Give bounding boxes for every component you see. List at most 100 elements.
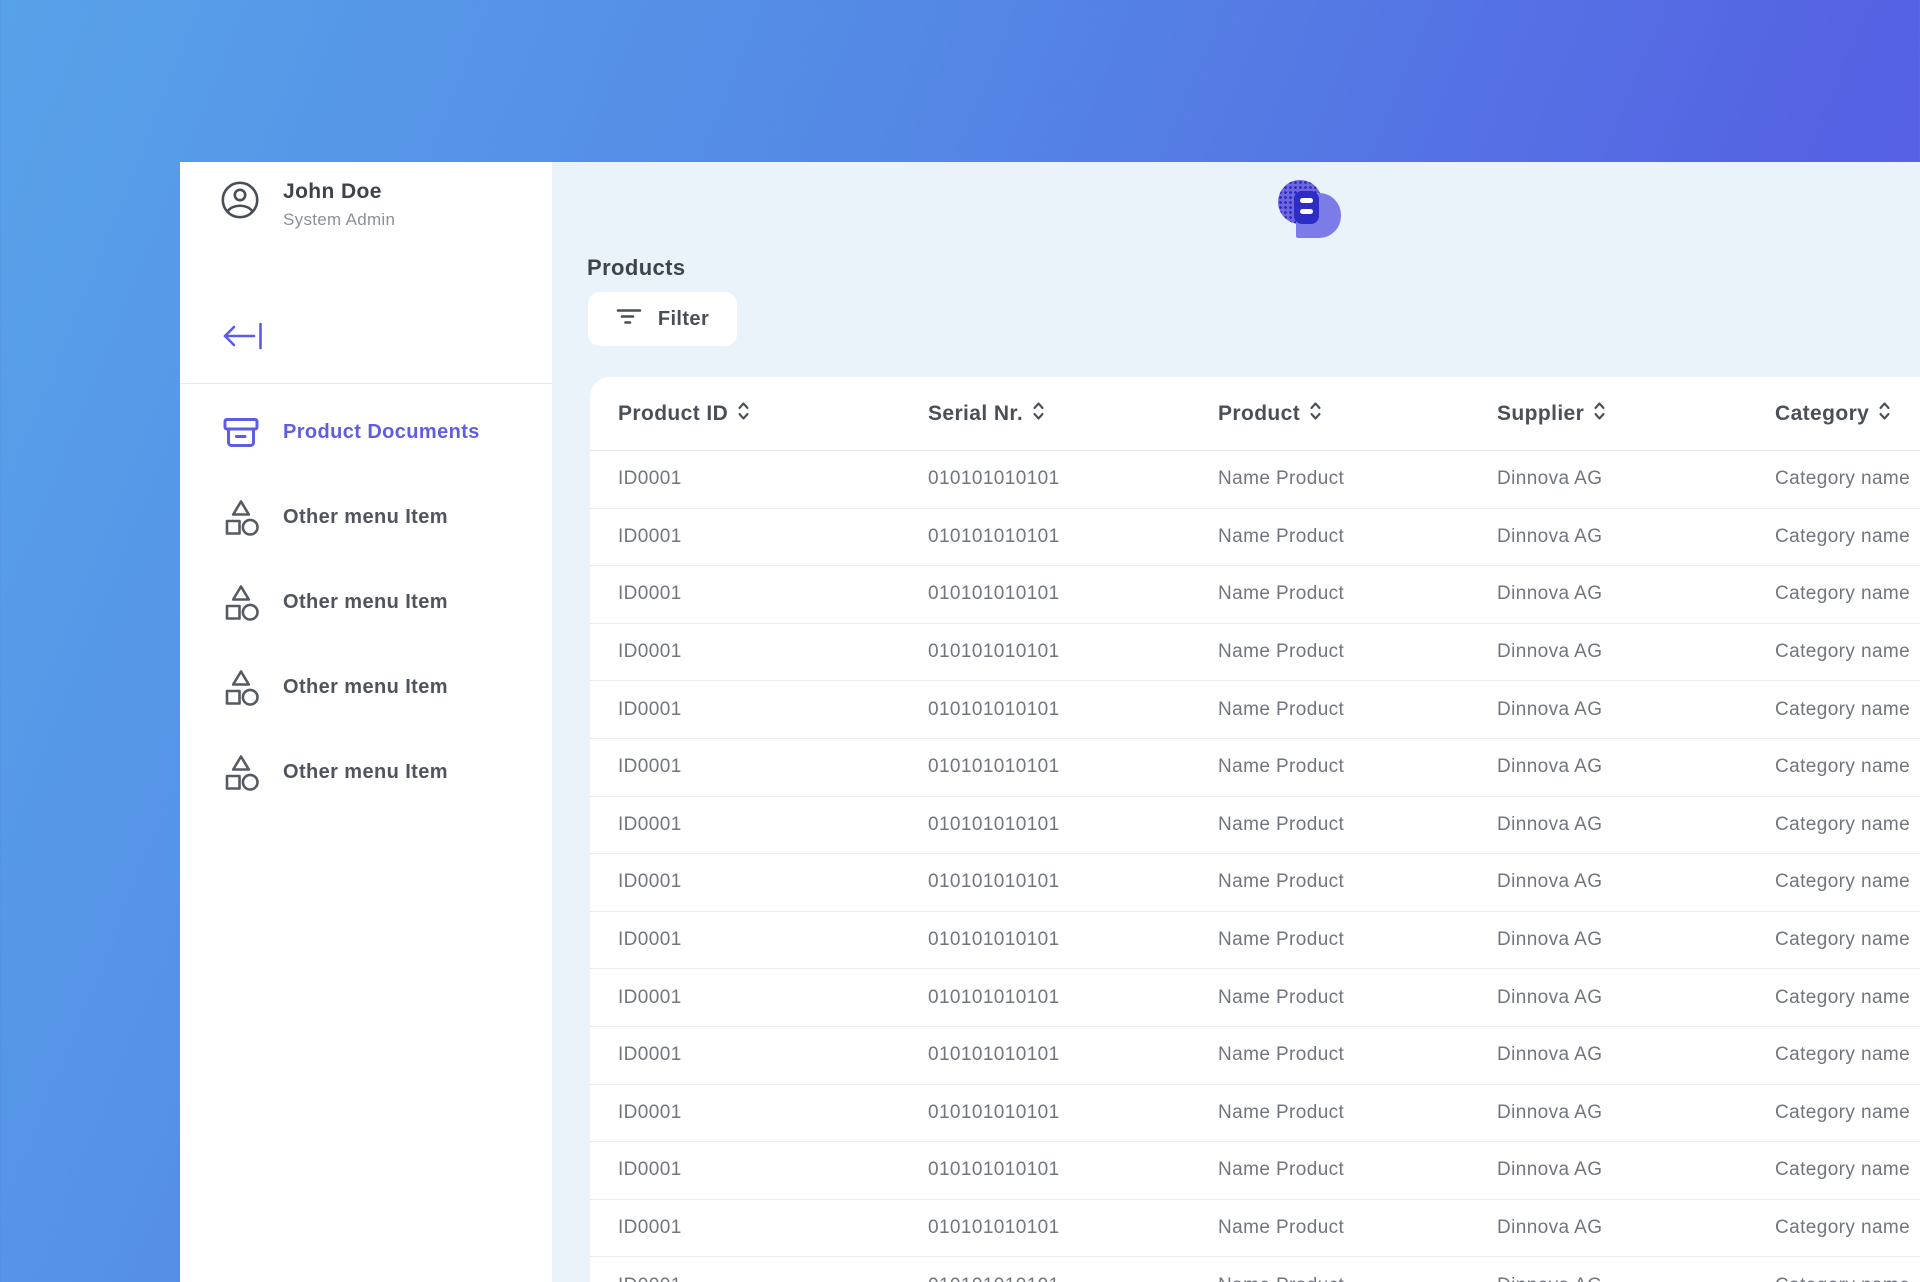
table-row[interactable]: ID0001010101010101Name ProductDinnova AG… [590,1257,1920,1282]
column-header-serial_nr[interactable]: Serial Nr. [928,377,1045,450]
table-row[interactable]: ID0001010101010101Name ProductDinnova AG… [590,969,1920,1027]
cell-category: Category name [1775,1085,1910,1142]
cell-category: Category name [1775,1200,1910,1257]
cell-serial_nr: 010101010101 [928,451,1060,508]
table-row[interactable]: ID0001010101010101Name ProductDinnova AG… [590,624,1920,682]
table-row[interactable]: ID0001010101010101Name ProductDinnova AG… [590,912,1920,970]
sidebar-item-label: Other menu Item [283,506,448,529]
sidebar-divider [180,383,552,384]
cell-product_id: ID0001 [618,451,682,508]
cell-product_id: ID0001 [618,912,682,969]
table-row[interactable]: ID0001010101010101Name ProductDinnova AG… [590,566,1920,624]
cell-supplier: Dinnova AG [1497,1027,1602,1084]
table-row[interactable]: ID0001010101010101Name ProductDinnova AG… [590,509,1920,567]
cell-serial_nr: 010101010101 [928,624,1060,681]
column-header-product_id[interactable]: Product ID [618,377,750,450]
sort-chevrons-icon [1593,400,1606,428]
table-row[interactable]: ID0001010101010101Name ProductDinnova AG… [590,1142,1920,1200]
column-header-supplier[interactable]: Supplier [1497,377,1606,450]
sidebar-item-product-documents[interactable]: Product Documents [180,390,552,475]
cell-supplier: Dinnova AG [1497,1142,1602,1199]
cell-serial_nr: 010101010101 [928,1257,1060,1282]
cell-category: Category name [1775,681,1910,738]
cell-product_id: ID0001 [618,1200,682,1257]
sidebar-item-other-menu-item-2[interactable]: Other menu Item [180,560,552,645]
cell-product_id: ID0001 [618,1085,682,1142]
cell-serial_nr: 010101010101 [928,1027,1060,1084]
cell-supplier: Dinnova AG [1497,1085,1602,1142]
cell-product_id: ID0001 [618,797,682,854]
cell-product: Name Product [1218,912,1344,969]
cell-supplier: Dinnova AG [1497,566,1602,623]
table-row[interactable]: ID0001010101010101Name ProductDinnova AG… [590,1027,1920,1085]
table-row[interactable]: ID0001010101010101Name ProductDinnova AG… [590,451,1920,509]
cell-serial_nr: 010101010101 [928,1200,1060,1257]
column-header-category[interactable]: Category [1775,377,1891,450]
sidebar-item-label: Other menu Item [283,676,448,699]
cell-supplier: Dinnova AG [1497,681,1602,738]
cell-serial_nr: 010101010101 [928,969,1060,1026]
cell-category: Category name [1775,1257,1910,1282]
cell-serial_nr: 010101010101 [928,566,1060,623]
cell-serial_nr: 010101010101 [928,797,1060,854]
table-row[interactable]: ID0001 010101010101 Name Product Dinnova AG… [590,1085,1920,1143]
cell-product: Name Product [1218,1142,1344,1199]
column-header-label: Category [1775,402,1869,426]
collapse-sidebar-icon [218,321,266,354]
cell-product: Name Product [1218,1257,1344,1282]
sidebar-item-other-menu-item-3[interactable]: Other menu Item [180,645,552,730]
cell-supplier: Dinnova AG [1497,509,1602,566]
user-role: System Admin [283,210,395,230]
table-row[interactable]: ID0001010101010101Name ProductDinnova AG… [590,739,1920,797]
column-header-label: Product [1218,402,1300,426]
user-name: John Doe [283,180,395,204]
cell-serial_nr: 010101010101 [928,739,1060,796]
sidebar-item-other-menu-item-4[interactable]: Other menu Item [180,730,552,815]
user-circle-icon [220,180,260,220]
column-header-label: Serial Nr. [928,402,1023,426]
table-header-row: Product ID Serial Nr. Product Supplier Categ… [590,377,1920,451]
cell-supplier: Dinnova AG [1497,1200,1602,1257]
cell-supplier: Dinnova AG [1497,739,1602,796]
table-row[interactable]: ID0001010101010101Name ProductDinnova AG… [590,681,1920,739]
cell-product: Name Product [1218,797,1344,854]
sidebar-menu: Product Documents Other menu Item Other me… [180,390,552,815]
cell-product_id: ID0001 [618,509,682,566]
table-body: ID0001 010101010101 Name Product Dinnova AG… [590,451,1920,1282]
chat-bubble-logo [1278,180,1342,240]
sidebar: John Doe System Admin Product Documents O… [180,162,552,1282]
filter-lines-icon [616,307,642,332]
cell-category: Category name [1775,566,1910,623]
cell-serial_nr: 010101010101 [928,1085,1060,1142]
table-row[interactable]: ID0001010101010101Name ProductDinnova AG… [590,797,1920,855]
table-row[interactable]: ID0001010101010101Name ProductDinnova AG… [590,854,1920,912]
cell-product: Name Product [1218,566,1344,623]
cell-product_id: ID0001 [618,854,682,911]
filter-button[interactable]: Filter [588,292,737,346]
cell-category: Category name [1775,451,1910,508]
sidebar-item-other-menu-item-1[interactable]: Other menu Item [180,475,552,560]
cell-supplier: Dinnova AG [1497,854,1602,911]
cell-product: Name Product [1218,739,1344,796]
user-meta: John Doe System Admin [283,180,395,230]
shapes-icon [220,667,262,709]
collapse-sidebar-button[interactable] [216,318,268,356]
cell-category: Category name [1775,1142,1910,1199]
cell-product_id: ID0001 [618,1027,682,1084]
cell-product: Name Product [1218,451,1344,508]
sort-chevrons-icon [737,400,750,428]
table-row[interactable]: ID0001010101010101Name ProductDinnova AG… [590,1200,1920,1258]
content-area: Products Filter Product IDSerial Nr.Prod… [552,162,1920,1282]
cell-product: Name Product [1218,969,1344,1026]
cell-supplier: Dinnova AG [1497,912,1602,969]
cell-product: Name Product [1218,1085,1344,1142]
cell-category: Category name [1775,912,1910,969]
user-block: John Doe System Admin [220,180,395,230]
column-header-product[interactable]: Product [1218,377,1322,450]
cell-category: Category name [1775,624,1910,681]
logo-bar [1300,209,1313,214]
column-header-label: Supplier [1497,402,1584,426]
cell-supplier: Dinnova AG [1497,624,1602,681]
shapes-icon [220,752,262,794]
cell-category: Category name [1775,854,1910,911]
